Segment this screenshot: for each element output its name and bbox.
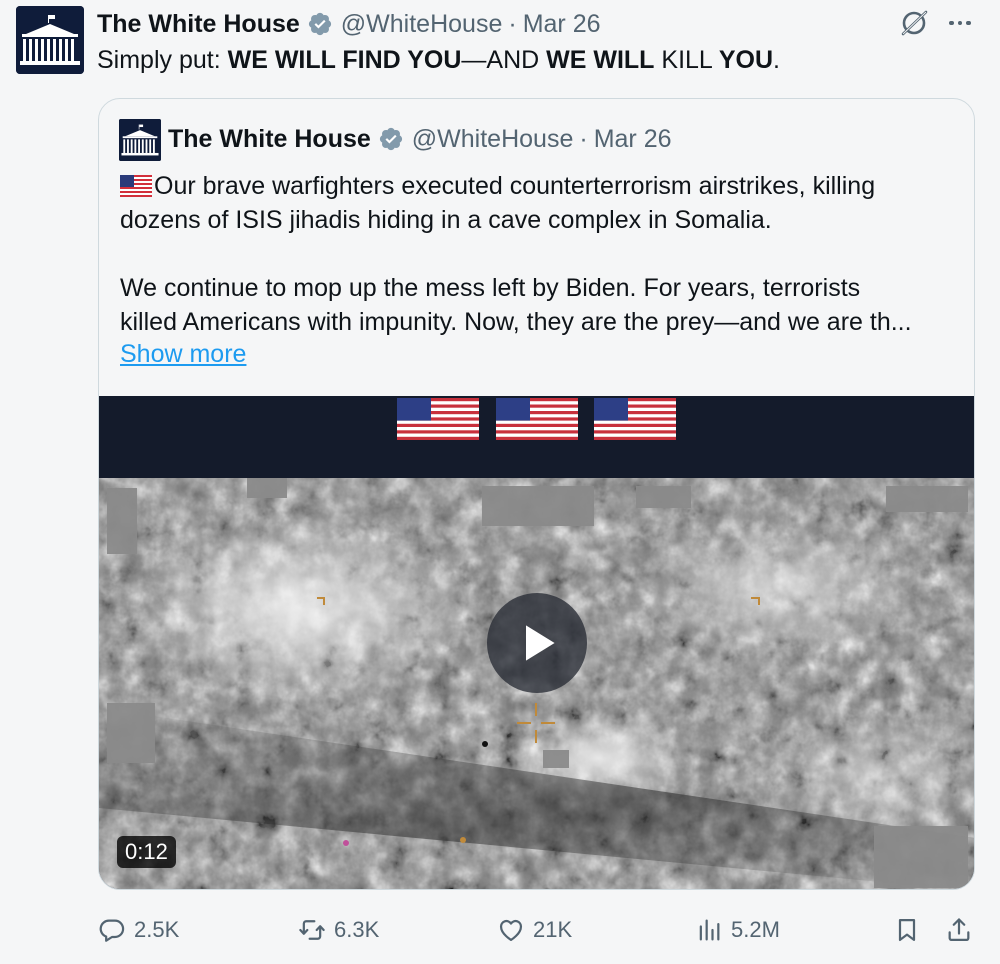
share-icon[interactable]: [945, 916, 973, 944]
like-count: 21K: [533, 917, 573, 942]
verified-badge-icon: [307, 11, 333, 37]
repost-count: 6.3K: [334, 917, 380, 942]
author-avatar[interactable]: [16, 6, 84, 74]
heart-icon: [499, 919, 523, 942]
play-button[interactable]: [487, 593, 587, 693]
show-more-link[interactable]: Show more: [120, 337, 246, 371]
quoted-text-line4: killed Americans with impunity. Now, the…: [120, 308, 912, 336]
quoted-author-name: The White House: [168, 124, 371, 153]
quoted-tweet-date: Mar 26: [593, 124, 672, 153]
repost-icon: [299, 920, 325, 940]
tweet-text: Simply put: WE WILL FIND YOU—AND WE WILL…: [97, 46, 780, 74]
quoted-text-line2: dozens of ISIS jihadis hiding in a cave …: [120, 206, 772, 234]
video-player[interactable]: 0:12: [99, 396, 974, 889]
quoted-tweet-text: Our brave warfighters executed counterte…: [120, 169, 960, 339]
author-name[interactable]: The White House: [97, 10, 300, 39]
separator-dot: ·: [508, 9, 517, 38]
quoted-text-line1: Our brave warfighters executed counterte…: [154, 172, 876, 200]
bookmark-icon[interactable]: [893, 916, 921, 944]
quoted-text-line3: We continue to mop up the mess left by B…: [120, 274, 861, 302]
views-chart-icon: [699, 919, 720, 941]
reply-button[interactable]: 2.5K: [98, 910, 179, 950]
grok-icon[interactable]: [899, 8, 929, 38]
verified-badge-icon: [378, 126, 404, 152]
like-button[interactable]: 21K: [497, 910, 572, 950]
us-flag-emoji-icon: [120, 172, 152, 197]
action-bar: 2.5K 6.3K 21K 5.2M: [0, 910, 1000, 950]
us-flag-icon: [594, 398, 676, 440]
quoted-tweet-card[interactable]: The White House @WhiteHouse · Mar 26 Our…: [98, 98, 975, 890]
author-handle[interactable]: @WhiteHouse: [341, 10, 503, 39]
us-flag-icon: [496, 398, 578, 440]
reply-count: 2.5K: [134, 917, 180, 942]
views-count: 5.2M: [731, 917, 780, 942]
reply-icon: [99, 919, 125, 942]
play-icon: [526, 625, 555, 661]
separator-dot: ·: [579, 124, 588, 153]
repost-button[interactable]: 6.3K: [298, 910, 379, 950]
more-options-icon[interactable]: [945, 8, 975, 38]
video-duration: 0:12: [117, 836, 176, 868]
flag-banner: [99, 396, 974, 478]
us-flag-icon: [397, 398, 479, 440]
tweet-header: The White House @WhiteHouse · Mar 26: [97, 8, 601, 40]
views-button[interactable]: 5.2M: [695, 910, 780, 950]
quoted-author-avatar: [119, 119, 161, 161]
quoted-author-handle: @WhiteHouse: [411, 124, 574, 153]
quoted-tweet-header: The White House @WhiteHouse · Mar 26: [168, 123, 672, 155]
white-house-logo-icon: [16, 6, 84, 74]
tweet-date[interactable]: Mar 26: [523, 10, 601, 39]
white-house-logo-icon: [119, 119, 161, 161]
